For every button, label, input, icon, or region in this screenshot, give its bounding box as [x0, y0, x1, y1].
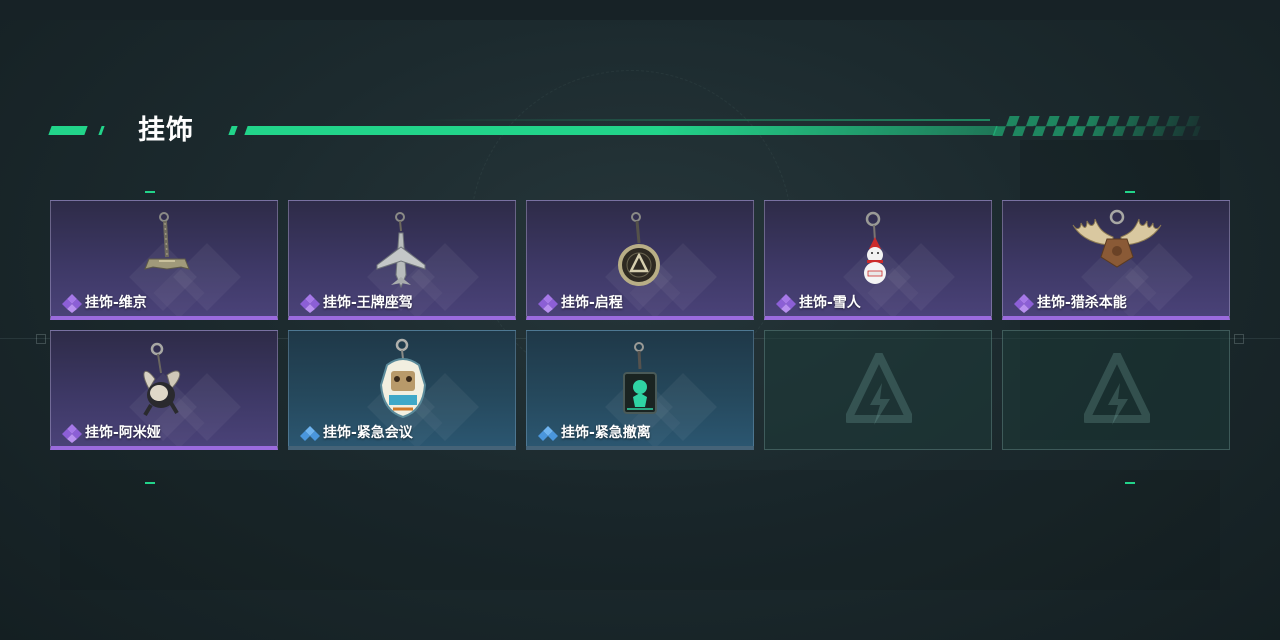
- charm-label: 挂饰-阿米娅: [85, 425, 161, 441]
- header-accent-tick: [98, 126, 105, 135]
- rarity-purple-icon: [776, 294, 796, 313]
- amiya-charm-icon: [143, 342, 181, 417]
- top-bar: [0, 0, 1280, 20]
- snowman-charm-icon: [864, 211, 886, 284]
- rarity-blue-icon: [538, 426, 558, 441]
- charm-label: 挂饰-紧急撤离: [561, 425, 651, 441]
- charm-card[interactable]: 挂饰-紧急撤离: [526, 330, 754, 450]
- charm-label: 挂饰-猎杀本能: [1037, 295, 1127, 311]
- section-title: 挂饰: [138, 115, 194, 146]
- corner-tick: [145, 482, 155, 484]
- rarity-purple-icon: [1014, 294, 1034, 313]
- empty-slot-logo-icon: [846, 353, 912, 425]
- charm-card[interactable]: 挂饰-王牌座驾: [288, 200, 516, 320]
- right-edge-marker: [1234, 334, 1244, 344]
- charm-label: 挂饰-雪人: [799, 295, 861, 311]
- left-edge-marker: [36, 334, 46, 344]
- charm-card[interactable]: 挂饰-维京: [50, 200, 278, 320]
- header-accent-tick: [228, 126, 238, 135]
- charm-card[interactable]: 挂饰-猎杀本能: [1002, 200, 1230, 320]
- header-accent-dash: [48, 126, 88, 135]
- corner-tick: [1125, 482, 1135, 484]
- empty-slot[interactable]: [764, 330, 992, 450]
- charm-card[interactable]: 挂饰-启程: [526, 200, 754, 320]
- emergency-evac-charm-icon: [623, 342, 657, 414]
- rarity-blue-icon: [300, 426, 320, 441]
- header-checker-pattern: [992, 116, 1205, 136]
- corner-tick: [1125, 191, 1135, 193]
- rarity-purple-icon: [538, 294, 558, 313]
- viking-hammer-charm-icon: [144, 212, 190, 270]
- charm-label: 挂饰-维京: [85, 295, 147, 311]
- background-ground: [60, 470, 1220, 590]
- charm-grid: 挂饰-维京 挂饰-王牌座驾 挂饰-启程 挂饰-雪人 挂饰-猎杀本能 挂饰-阿米娅…: [50, 200, 1230, 450]
- charm-label: 挂饰-王牌座驾: [323, 295, 413, 311]
- rarity-purple-icon: [300, 294, 320, 313]
- charm-card[interactable]: 挂饰-雪人: [764, 200, 992, 320]
- charm-card[interactable]: 挂饰-阿米娅: [50, 330, 278, 450]
- charm-label: 挂饰-紧急会议: [323, 425, 413, 441]
- header-progress-bar: [244, 126, 998, 135]
- rarity-purple-icon: [62, 424, 82, 443]
- emergency-meeting-charm-icon: [379, 338, 427, 419]
- moose-antlers-charm-icon: [1072, 209, 1162, 268]
- header-thin-line: [420, 119, 990, 121]
- empty-slot-logo-icon: [1084, 353, 1150, 425]
- rarity-purple-icon: [62, 294, 82, 313]
- charm-label: 挂饰-启程: [561, 295, 623, 311]
- charm-card[interactable]: 挂饰-紧急会议: [288, 330, 516, 450]
- jet-plane-charm-icon: [376, 212, 426, 289]
- empty-slot[interactable]: [1002, 330, 1230, 450]
- ring-emblem-charm-icon: [618, 212, 660, 286]
- corner-tick: [145, 191, 155, 193]
